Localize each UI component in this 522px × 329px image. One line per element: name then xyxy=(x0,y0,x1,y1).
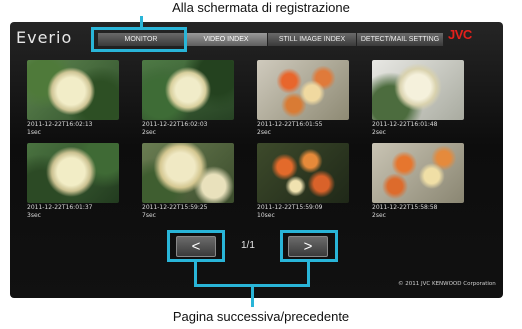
next-page-button[interactable]: > xyxy=(288,236,328,257)
rose-thumbnail-image xyxy=(372,60,464,120)
thumbnail-duration: 7sec xyxy=(142,212,156,219)
monitor-highlight-box xyxy=(91,27,187,52)
rose-thumbnail-image xyxy=(257,143,349,203)
thumbnail-date: 2011-12-22T16:01:37 xyxy=(27,204,93,211)
rose-thumbnail-image xyxy=(142,143,234,203)
thumbnail-duration: 2sec xyxy=(142,129,156,136)
thumbnail-item[interactable]: 2011-12-22T15:59:25 7sec xyxy=(142,143,234,219)
thumbnail-duration: 2sec xyxy=(372,212,386,219)
thumbnail-date: 2011-12-22T16:02:13 xyxy=(27,121,93,128)
thumbnail-item[interactable]: 2011-12-22T16:01:55 2sec xyxy=(257,60,349,136)
thumbnail-duration: 3sec xyxy=(27,212,41,219)
thumbnail-date: 2011-12-22T15:59:25 xyxy=(142,204,208,211)
thumbnail-date: 2011-12-22T15:58:58 xyxy=(372,204,438,211)
brand-title: Everio xyxy=(16,28,73,47)
thumbnail-date: 2011-12-22T15:59:09 xyxy=(257,204,323,211)
tab-detect-mail-setting[interactable]: DETECT/MAIL SETTING xyxy=(357,33,444,46)
rose-thumbnail-image xyxy=(372,143,464,203)
thumbnail-date: 2011-12-22T16:01:55 xyxy=(257,121,323,128)
callout-page-navigation: Pagina successiva/precedente xyxy=(172,309,350,324)
thumbnail-item[interactable]: 2011-12-22T16:02:13 1sec xyxy=(27,60,119,136)
tab-still-image-index[interactable]: STILL IMAGE INDEX xyxy=(268,33,357,46)
thumbnail-date: 2011-12-22T16:02:03 xyxy=(142,121,208,128)
prev-page-button[interactable]: < xyxy=(176,236,216,257)
thumbnail-item[interactable]: 2011-12-22T16:02:03 2sec xyxy=(142,60,234,136)
thumbnail-duration: 10sec xyxy=(257,212,275,219)
rose-thumbnail-image xyxy=(142,60,234,120)
thumbnail-duration: 2sec xyxy=(257,129,271,136)
callout-line-down xyxy=(251,284,254,307)
thumbnail-duration: 1sec xyxy=(27,129,41,136)
thumbnail-duration: 2sec xyxy=(372,129,386,136)
thumbnail-item[interactable]: 2011-12-22T16:01:48 2sec xyxy=(372,60,464,136)
copyright-text: © 2011 JVC KENWOOD Corporation xyxy=(398,281,496,287)
rose-thumbnail-image xyxy=(27,60,119,120)
thumbnail-item[interactable]: 2011-12-22T15:59:09 10sec xyxy=(257,143,349,219)
callout-recording-screen: Alla schermata di registrazione xyxy=(172,0,350,15)
thumbnail-item[interactable]: 2011-12-22T15:58:58 2sec xyxy=(372,143,464,219)
thumbnail-item[interactable]: 2011-12-22T16:01:37 3sec xyxy=(27,143,119,219)
tab-video-index[interactable]: VIDEO INDEX xyxy=(185,33,268,46)
thumbnail-date: 2011-12-22T16:01:48 xyxy=(372,121,438,128)
rose-thumbnail-image xyxy=(257,60,349,120)
jvc-logo: JVC xyxy=(448,27,472,42)
callout-line-top xyxy=(140,16,143,27)
callout-line-left xyxy=(194,262,197,286)
rose-thumbnail-image xyxy=(27,143,119,203)
page-indicator: 1/1 xyxy=(241,240,255,251)
callout-line-right xyxy=(307,262,310,286)
